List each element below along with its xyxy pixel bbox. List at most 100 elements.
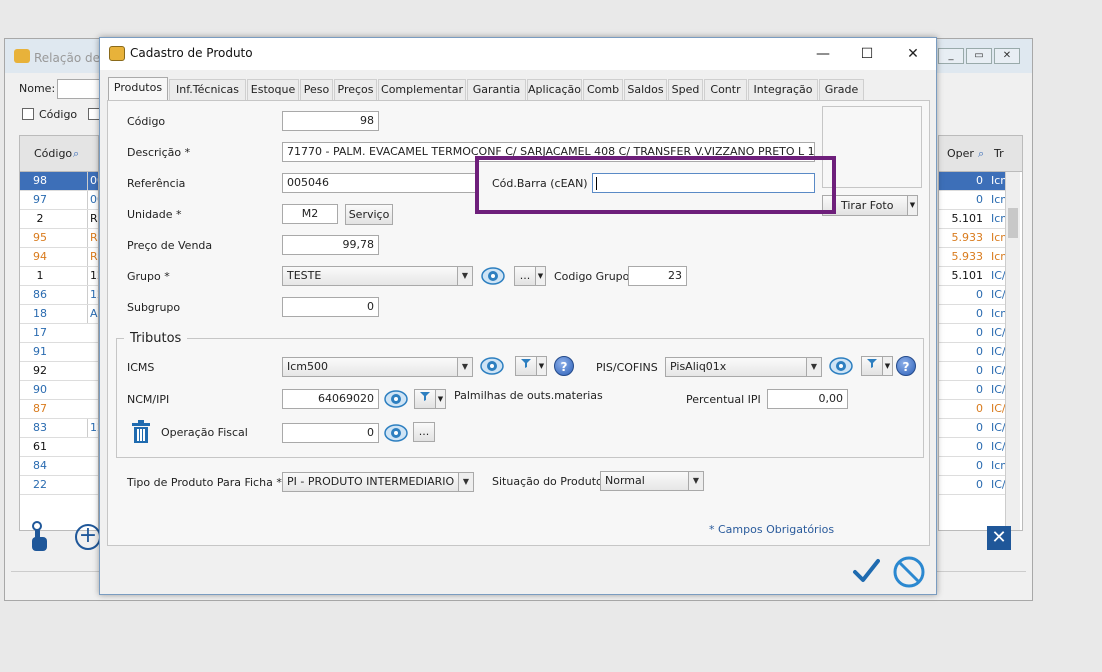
cod-barra-input[interactable] [592,173,815,193]
table-row[interactable]: 0 IC/ [939,381,1005,400]
tab-inf-t-cnicas[interactable]: Inf.Técnicas [169,79,246,101]
table-row[interactable]: 97 001 [20,191,98,210]
table-row[interactable]: 0 Icm [939,305,1005,324]
ncm-input[interactable]: 64069020 [282,389,379,409]
col-codigo-header[interactable]: Código [34,145,72,163]
nome-input[interactable] [57,79,101,99]
bg-maximize-button[interactable]: ▭ [966,48,992,64]
percentual-ipi-input[interactable]: 0,00 [767,389,848,409]
product-photo[interactable] [822,106,922,188]
table-row[interactable]: 5.101 IC/ [939,267,1005,286]
close-button[interactable]: ✕ [903,44,923,64]
table-row[interactable]: 0 Icm [939,172,1005,191]
table-row[interactable]: 5.933 Icm [939,229,1005,248]
eye-icon[interactable] [829,356,853,376]
table-row[interactable]: 61 [20,438,98,457]
scrollbar-thumb[interactable] [1008,208,1018,238]
icms-select[interactable]: Icm500 ▼ [282,357,473,377]
table-row[interactable]: 91 [20,343,98,362]
eye-icon[interactable] [481,266,505,286]
table-row[interactable]: 0 IC/ [939,362,1005,381]
unidade-input[interactable]: M2 [282,204,338,224]
search-icon[interactable]: ⌕ [73,145,79,163]
table-row[interactable]: 5.101 Icm [939,210,1005,229]
eye-icon[interactable] [480,356,504,376]
table-row[interactable]: 1 123 [20,267,98,286]
table-row[interactable]: 84 [20,457,98,476]
tab-grade[interactable]: Grade [819,79,864,101]
filter-icon[interactable] [861,356,883,376]
bg-close-button[interactable]: ✕ [994,48,1020,64]
table-row[interactable]: 22 [20,476,98,495]
table-row[interactable]: 18 AMA [20,305,98,324]
tipo-produto-select[interactable]: PI - PRODUTO INTERMEDIARIO ▼ [282,472,474,492]
tab-produtos[interactable]: Produtos [108,77,168,101]
subgrupo-input[interactable]: 0 [282,297,379,317]
tab-peso[interactable]: Peso [300,79,333,101]
table-row[interactable]: 86 123 [20,286,98,305]
bg-close-x-icon[interactable]: ✕ [987,526,1011,550]
grupo-more-button[interactable]: ... [514,266,536,286]
eye-icon[interactable] [384,423,408,443]
table-scrollbar[interactable] [1005,172,1020,530]
piscofins-filter-dropdown[interactable]: ▼ [883,356,893,376]
table-row[interactable]: 92 [20,362,98,381]
tab-pre-os[interactable]: Preços [334,79,377,101]
grupo-more-dropdown[interactable]: ▼ [536,266,546,286]
touch-hand-icon[interactable] [27,521,51,555]
table-row[interactable]: 0 IC/ [939,476,1005,495]
help-icon[interactable]: ? [554,356,574,376]
tab-integra-o[interactable]: Integração [748,79,818,101]
trash-icon[interactable] [130,420,152,444]
situacao-select[interactable]: Normal ▼ [600,471,704,491]
operacao-fiscal-input[interactable]: 0 [282,423,379,443]
grupo-select[interactable]: TESTE ▼ [282,266,473,286]
referencia-input[interactable]: 005046 [282,173,477,193]
codigo-checkbox[interactable] [22,108,34,120]
table-row[interactable]: 5.933 Icm [939,248,1005,267]
table-row[interactable]: 87 [20,400,98,419]
cancel-icon[interactable] [892,555,926,589]
icms-filter-dropdown[interactable]: ▼ [537,356,547,376]
table-row[interactable]: 0 IC/ [939,438,1005,457]
tab-saldos[interactable]: Saldos [624,79,667,101]
servico-button[interactable]: Serviço [345,204,393,225]
table-row[interactable]: 17 [20,324,98,343]
col-tr-header[interactable]: Tr [994,145,1004,163]
table-row[interactable]: 90 [20,381,98,400]
table-row[interactable]: 0 Icm [939,457,1005,476]
tab-comb[interactable]: Comb [583,79,623,101]
col-oper-header[interactable]: Oper [947,145,974,163]
table-row[interactable]: 0 IC/ [939,324,1005,343]
filter-icon[interactable] [515,356,537,376]
tirar-foto-dropdown[interactable]: ▼ [908,195,918,216]
maximize-button[interactable]: ☐ [857,44,877,64]
table-row[interactable]: 94 REF [20,248,98,267]
help-icon[interactable]: ? [896,356,916,376]
table-row[interactable]: 95 REF [20,229,98,248]
tab-sped[interactable]: Sped [668,79,703,101]
table-row[interactable]: 0 IC/ [939,419,1005,438]
codigo-grupo-input[interactable]: 23 [628,266,687,286]
table-row[interactable]: 0 IC/ [939,286,1005,305]
add-circle-icon[interactable]: + [75,524,101,550]
preco-venda-input[interactable]: 99,78 [282,235,379,255]
table-row[interactable]: 2 REF [20,210,98,229]
table-row[interactable]: 98 005 [20,172,98,191]
tab-garantia[interactable]: Garantia [467,79,526,101]
table-row[interactable]: 0 IC/ [939,343,1005,362]
table-row[interactable]: 0 Icm [939,191,1005,210]
codigo-input[interactable]: 98 [282,111,379,131]
table-row[interactable]: 83 123 [20,419,98,438]
bg-minimize-button[interactable]: _ [938,48,964,64]
tab-estoque[interactable]: Estoque [247,79,299,101]
filter-icon[interactable] [414,389,436,409]
confirm-check-icon[interactable] [852,557,880,585]
piscofins-select[interactable]: PisAliq01x ▼ [665,357,822,377]
table-row[interactable]: 0 IC/ [939,400,1005,419]
operacao-more-button[interactable]: ... [413,422,435,442]
tab-contr[interactable]: Contr [704,79,747,101]
ncm-filter-dropdown[interactable]: ▼ [436,389,446,409]
search-icon[interactable]: ⌕ [978,145,984,163]
tab-aplica-o[interactable]: Aplicação [527,79,582,101]
